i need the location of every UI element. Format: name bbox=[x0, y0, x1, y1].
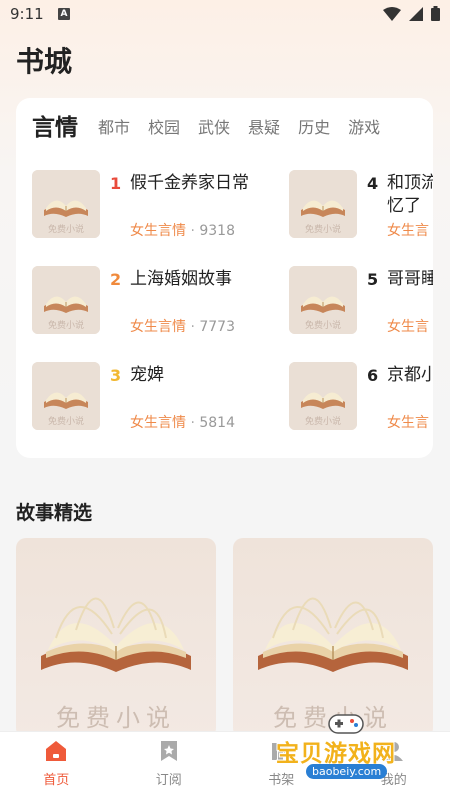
cover-text: 免费小说 bbox=[304, 225, 341, 235]
book-category: 女生言 bbox=[387, 415, 429, 431]
rank-number: 3 bbox=[110, 366, 122, 385]
rank-number: 2 bbox=[110, 270, 122, 289]
story-card[interactable]: 免费小说 bbox=[233, 538, 433, 738]
page-title: 书城 bbox=[16, 45, 73, 78]
book-title: 哥哥睡 bbox=[387, 269, 433, 289]
notification-icon: A bbox=[58, 8, 70, 20]
category-tabs: 言情 都市 校园 武侠 悬疑 历史 游戏 bbox=[32, 114, 398, 142]
wifi-icon bbox=[383, 6, 401, 21]
rank-number: 4 bbox=[367, 174, 379, 193]
book-cover: 免费小说 bbox=[32, 170, 100, 238]
tab-romance[interactable]: 言情 bbox=[32, 114, 78, 142]
ranking-card: 言情 都市 校园 武侠 悬疑 历史 游戏 免费小说 1 假千金养家日常 女生言情… bbox=[16, 98, 433, 458]
watermark-text: 宝贝游戏网 bbox=[276, 741, 396, 767]
tab-home[interactable]: 首页 bbox=[0, 732, 113, 800]
home-icon bbox=[46, 741, 66, 761]
tab-game[interactable]: 游戏 bbox=[348, 114, 380, 142]
tab-subscribe-label: 订阅 bbox=[155, 773, 182, 788]
gamepad-icon bbox=[328, 714, 364, 734]
tab-wuxia[interactable]: 武侠 bbox=[198, 114, 230, 142]
book-title-line2: 忆了 bbox=[387, 196, 421, 216]
book-meta: 女生言情 · 7773 bbox=[130, 319, 235, 335]
story-card[interactable]: 免费小说 bbox=[16, 538, 216, 738]
book-item[interactable]: 免费小说 6 京都小 女生言 bbox=[289, 362, 433, 432]
status-time: 9:11 bbox=[10, 5, 44, 23]
battery-icon bbox=[431, 6, 440, 21]
book-meta: 女生言 bbox=[387, 412, 429, 432]
book-meta: 女生言 bbox=[387, 316, 429, 336]
book-meta: 女生言情 · 5814 bbox=[130, 415, 235, 431]
status-icons bbox=[383, 6, 440, 21]
book-title: 和顶流 bbox=[387, 173, 433, 193]
book-cover: 免费小说 bbox=[32, 362, 100, 430]
cover-text: 免费小说 bbox=[304, 321, 341, 331]
book-cover: 免费小说 bbox=[289, 266, 357, 334]
cover-text: 免费小说 bbox=[47, 417, 84, 427]
rank-number: 1 bbox=[110, 174, 122, 193]
book-meta: 女生言 bbox=[387, 220, 429, 240]
tab-home-label: 首页 bbox=[43, 773, 70, 788]
tab-urban[interactable]: 都市 bbox=[98, 114, 130, 142]
tab-history[interactable]: 历史 bbox=[298, 114, 330, 142]
book-title: 京都小 bbox=[387, 365, 433, 385]
status-bar: 9:11 A bbox=[0, 0, 450, 30]
rank-number: 6 bbox=[367, 366, 379, 385]
rank-number: 5 bbox=[367, 270, 379, 289]
book-category: 女生言情 bbox=[130, 319, 186, 335]
watermark-logo: 宝贝游戏网 baobeiy.com bbox=[270, 712, 420, 782]
cover-text: 免费小说 bbox=[56, 704, 176, 732]
tab-mystery[interactable]: 悬疑 bbox=[248, 114, 280, 142]
tab-campus[interactable]: 校园 bbox=[148, 114, 180, 142]
book-cover: 免费小说 bbox=[289, 362, 357, 430]
book-title: 宠婢 bbox=[130, 365, 164, 385]
book-read-count: 7773 bbox=[199, 319, 235, 335]
bookmark-star-icon bbox=[160, 741, 177, 761]
book-item[interactable]: 免费小说 5 哥哥睡 女生言 bbox=[289, 266, 433, 336]
book-cover: 免费小说 bbox=[32, 266, 100, 334]
book-item[interactable]: 免费小说 2 上海婚姻故事 女生言情 · 7773 bbox=[32, 266, 282, 336]
section-title: 故事精选 bbox=[16, 502, 93, 524]
book-item[interactable]: 免费小说 1 假千金养家日常 女生言情 · 9318 bbox=[32, 170, 282, 240]
book-title: 假千金养家日常 bbox=[130, 173, 249, 193]
book-cover: 免费小说 bbox=[289, 170, 357, 238]
book-read-count: 5814 bbox=[199, 415, 235, 431]
signal-icon bbox=[409, 6, 423, 21]
cover-text: 免费小说 bbox=[47, 321, 84, 331]
cover-text: 免费小说 bbox=[47, 225, 84, 235]
book-category: 女生言 bbox=[387, 319, 429, 335]
book-item[interactable]: 免费小说 3 宠婢 女生言情 · 5814 bbox=[32, 362, 282, 432]
cover-text: 免费小说 bbox=[304, 417, 341, 427]
tab-subscribe[interactable]: 订阅 bbox=[113, 732, 226, 800]
book-meta: 女生言情 · 9318 bbox=[130, 223, 235, 239]
watermark-url: baobeiy.com bbox=[306, 764, 388, 779]
book-title: 上海婚姻故事 bbox=[130, 269, 232, 289]
book-category: 女生言 bbox=[387, 223, 429, 239]
book-category: 女生言情 bbox=[130, 415, 186, 431]
book-item[interactable]: 免费小说 4 和顶流 忆了 女生言 bbox=[289, 170, 433, 240]
book-category: 女生言情 bbox=[130, 223, 186, 239]
book-read-count: 9318 bbox=[199, 223, 235, 239]
